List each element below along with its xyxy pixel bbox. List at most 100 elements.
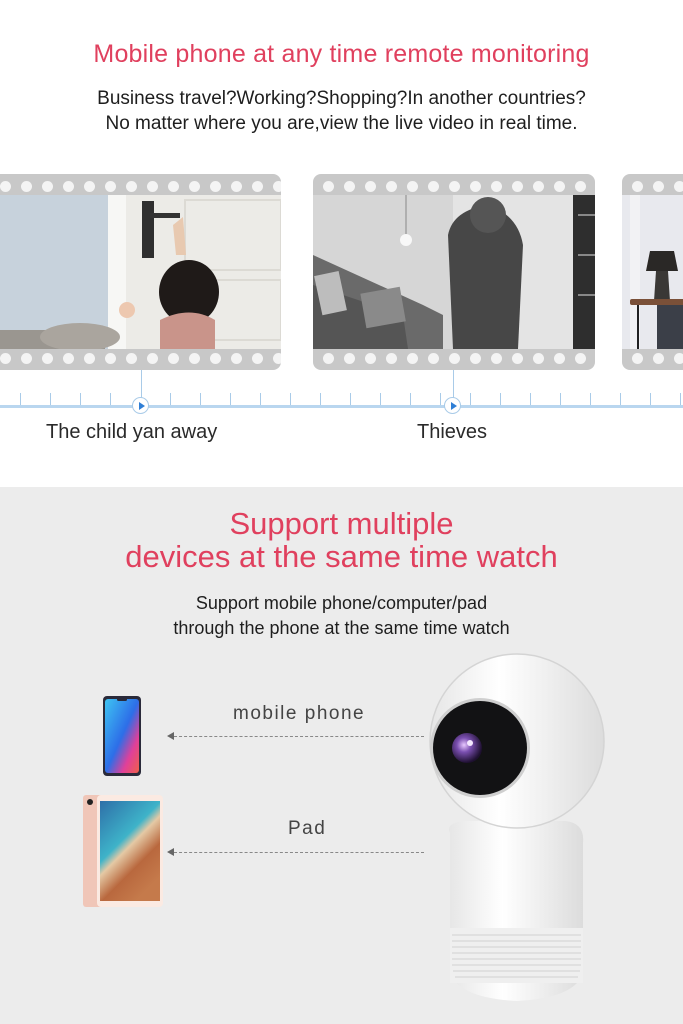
timeline-tick [410,393,411,405]
film-hole [42,352,53,364]
film-hole [365,352,376,364]
film-hole [407,180,418,192]
film-holes [622,348,683,368]
film-hole [554,180,565,192]
play-icon[interactable] [444,397,461,414]
film-clip-child[interactable] [0,174,281,370]
device-label-mobile: mobile phone [233,703,366,724]
timeline-tick [290,393,291,405]
film-hole [147,352,158,364]
clip-image-room [622,195,683,349]
film-hole [449,352,460,364]
film-hole [273,180,281,192]
remote-monitoring-section: Mobile phone at any time remote monitori… [0,0,683,487]
tablet-icon [83,795,165,914]
film-hole [533,180,544,192]
film-hole [512,352,523,364]
title-line: Support multiple [229,506,454,541]
film-hole [189,180,200,192]
film-hole [210,352,221,364]
film-hole [386,352,397,364]
timeline-connector [453,370,454,398]
film-hole [168,180,179,192]
arrow-line [174,852,424,853]
film-hole [323,180,334,192]
film-hole [147,180,158,192]
film-clip-thief[interactable] [313,174,595,370]
film-hole [126,352,137,364]
timeline-tick [680,393,681,405]
timeline-tick [380,393,381,405]
film-hole [491,352,502,364]
timeline-tick [110,393,111,405]
play-icon[interactable] [132,397,149,414]
film-hole [575,352,586,364]
film-hole [105,352,116,364]
timeline-tick [470,393,471,405]
film-hole [365,180,376,192]
timeline-tick [590,393,591,405]
subtitle-line: through the phone at the same time watch [173,618,510,638]
film-hole [386,180,397,192]
film-hole [674,352,683,364]
film-hole [512,180,523,192]
arrow-left-icon [167,848,174,856]
film-hole [533,352,544,364]
film-holes [622,176,683,196]
multi-device-section: Support multiple devices at the same tim… [0,487,683,1024]
timeline-tick [560,393,561,405]
film-hole [0,352,11,364]
section-subtitle: Support mobile phone/computer/pad throug… [0,591,683,641]
film-hole [491,180,502,192]
film-clip-room[interactable] [622,174,683,370]
arrow-line [174,736,424,737]
film-hole [273,352,281,364]
timeline-tick [200,393,201,405]
film-hole [653,180,664,192]
film-hole [428,352,439,364]
film-hole [632,180,643,192]
device-label-pad: Pad [288,818,327,839]
clip-caption: Thieves [417,421,488,443]
clip-image-thief [313,195,595,349]
timeline-tick [350,393,351,405]
film-hole [63,180,74,192]
timeline-tick [530,393,531,405]
arrow-left-icon [167,732,174,740]
film-hole [231,352,242,364]
subtitle-line: Support mobile phone/computer/pad [195,593,488,613]
timeline-tick [230,393,231,405]
film-hole [554,352,565,364]
film-hole [42,180,53,192]
film-hole [575,180,586,192]
film-hole [231,180,242,192]
timeline-tick [440,393,441,405]
film-holes [313,348,595,368]
timeline-track[interactable] [0,405,683,408]
subtitle-line: No matter where you are,view the live vi… [105,113,578,134]
film-hole [105,180,116,192]
film-hole [210,180,221,192]
film-hole [653,352,664,364]
film-hole [252,180,263,192]
film-hole [344,180,355,192]
film-hole [407,352,418,364]
subtitle-line: Business travel?Working?Shopping?In anot… [97,88,586,109]
timeline-tick [650,393,651,405]
film-hole [323,352,334,364]
timeline-tick [20,393,21,405]
timeline-tick [260,393,261,405]
timeline-tick [500,393,501,405]
section-subtitle: Business travel?Working?Shopping?In anot… [0,86,683,136]
film-holes [0,348,281,368]
film-hole [189,352,200,364]
clip-image-child [0,195,281,349]
film-hole [126,180,137,192]
film-hole [84,352,95,364]
film-hole [344,352,355,364]
timeline-tick [320,393,321,405]
film-hole [21,180,32,192]
clip-caption: The child yan away [46,421,218,443]
film-hole [449,180,460,192]
film-hole [428,180,439,192]
